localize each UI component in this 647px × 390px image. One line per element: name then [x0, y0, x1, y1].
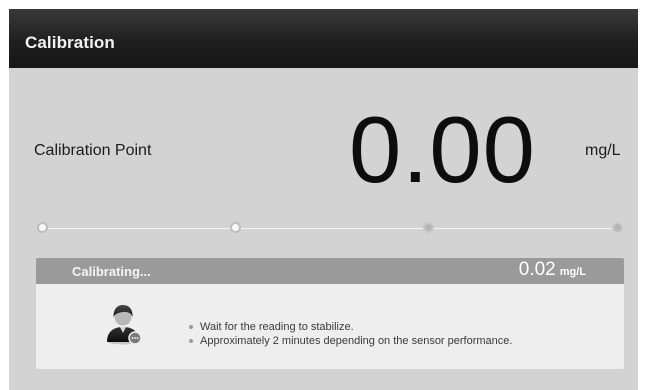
- title-bar: Calibration: [9, 9, 638, 68]
- tip-item: Approximately 2 minutes depending on the…: [187, 334, 512, 348]
- calibration-value: 0.00: [349, 97, 536, 202]
- step-connector-2: [241, 228, 423, 229]
- calibration-progress-steps: [37, 222, 623, 236]
- calibration-window: Calibration Calibration Point 0.00 mg/L …: [9, 9, 638, 390]
- live-reading-value: 0.02: [518, 259, 556, 280]
- status-panel-header: Calibrating... 0.02 mg/L: [36, 258, 624, 284]
- calibrating-status: Calibrating...: [72, 264, 151, 279]
- step-dot-3: [423, 222, 434, 233]
- operator-avatar-icon: [107, 305, 142, 345]
- window-title: Calibration: [25, 33, 115, 52]
- calibration-tips-list: Wait for the reading to stabilize. Appro…: [187, 320, 512, 348]
- step-dot-4: [612, 222, 623, 233]
- tip-item: Wait for the reading to stabilize.: [187, 320, 512, 334]
- step-dot-2: [230, 222, 241, 233]
- calibration-status-panel: Calibrating... 0.02 mg/L Wait for the re…: [36, 258, 624, 369]
- calibration-unit: mg/L: [585, 142, 621, 159]
- step-dot-1: [37, 222, 48, 233]
- live-reading: 0.02 mg/L: [519, 259, 586, 281]
- live-reading-unit: mg/L: [559, 266, 586, 278]
- step-connector-1: [48, 228, 230, 229]
- step-connector-3: [434, 228, 612, 229]
- calibration-point-label: Calibration Point: [34, 142, 152, 159]
